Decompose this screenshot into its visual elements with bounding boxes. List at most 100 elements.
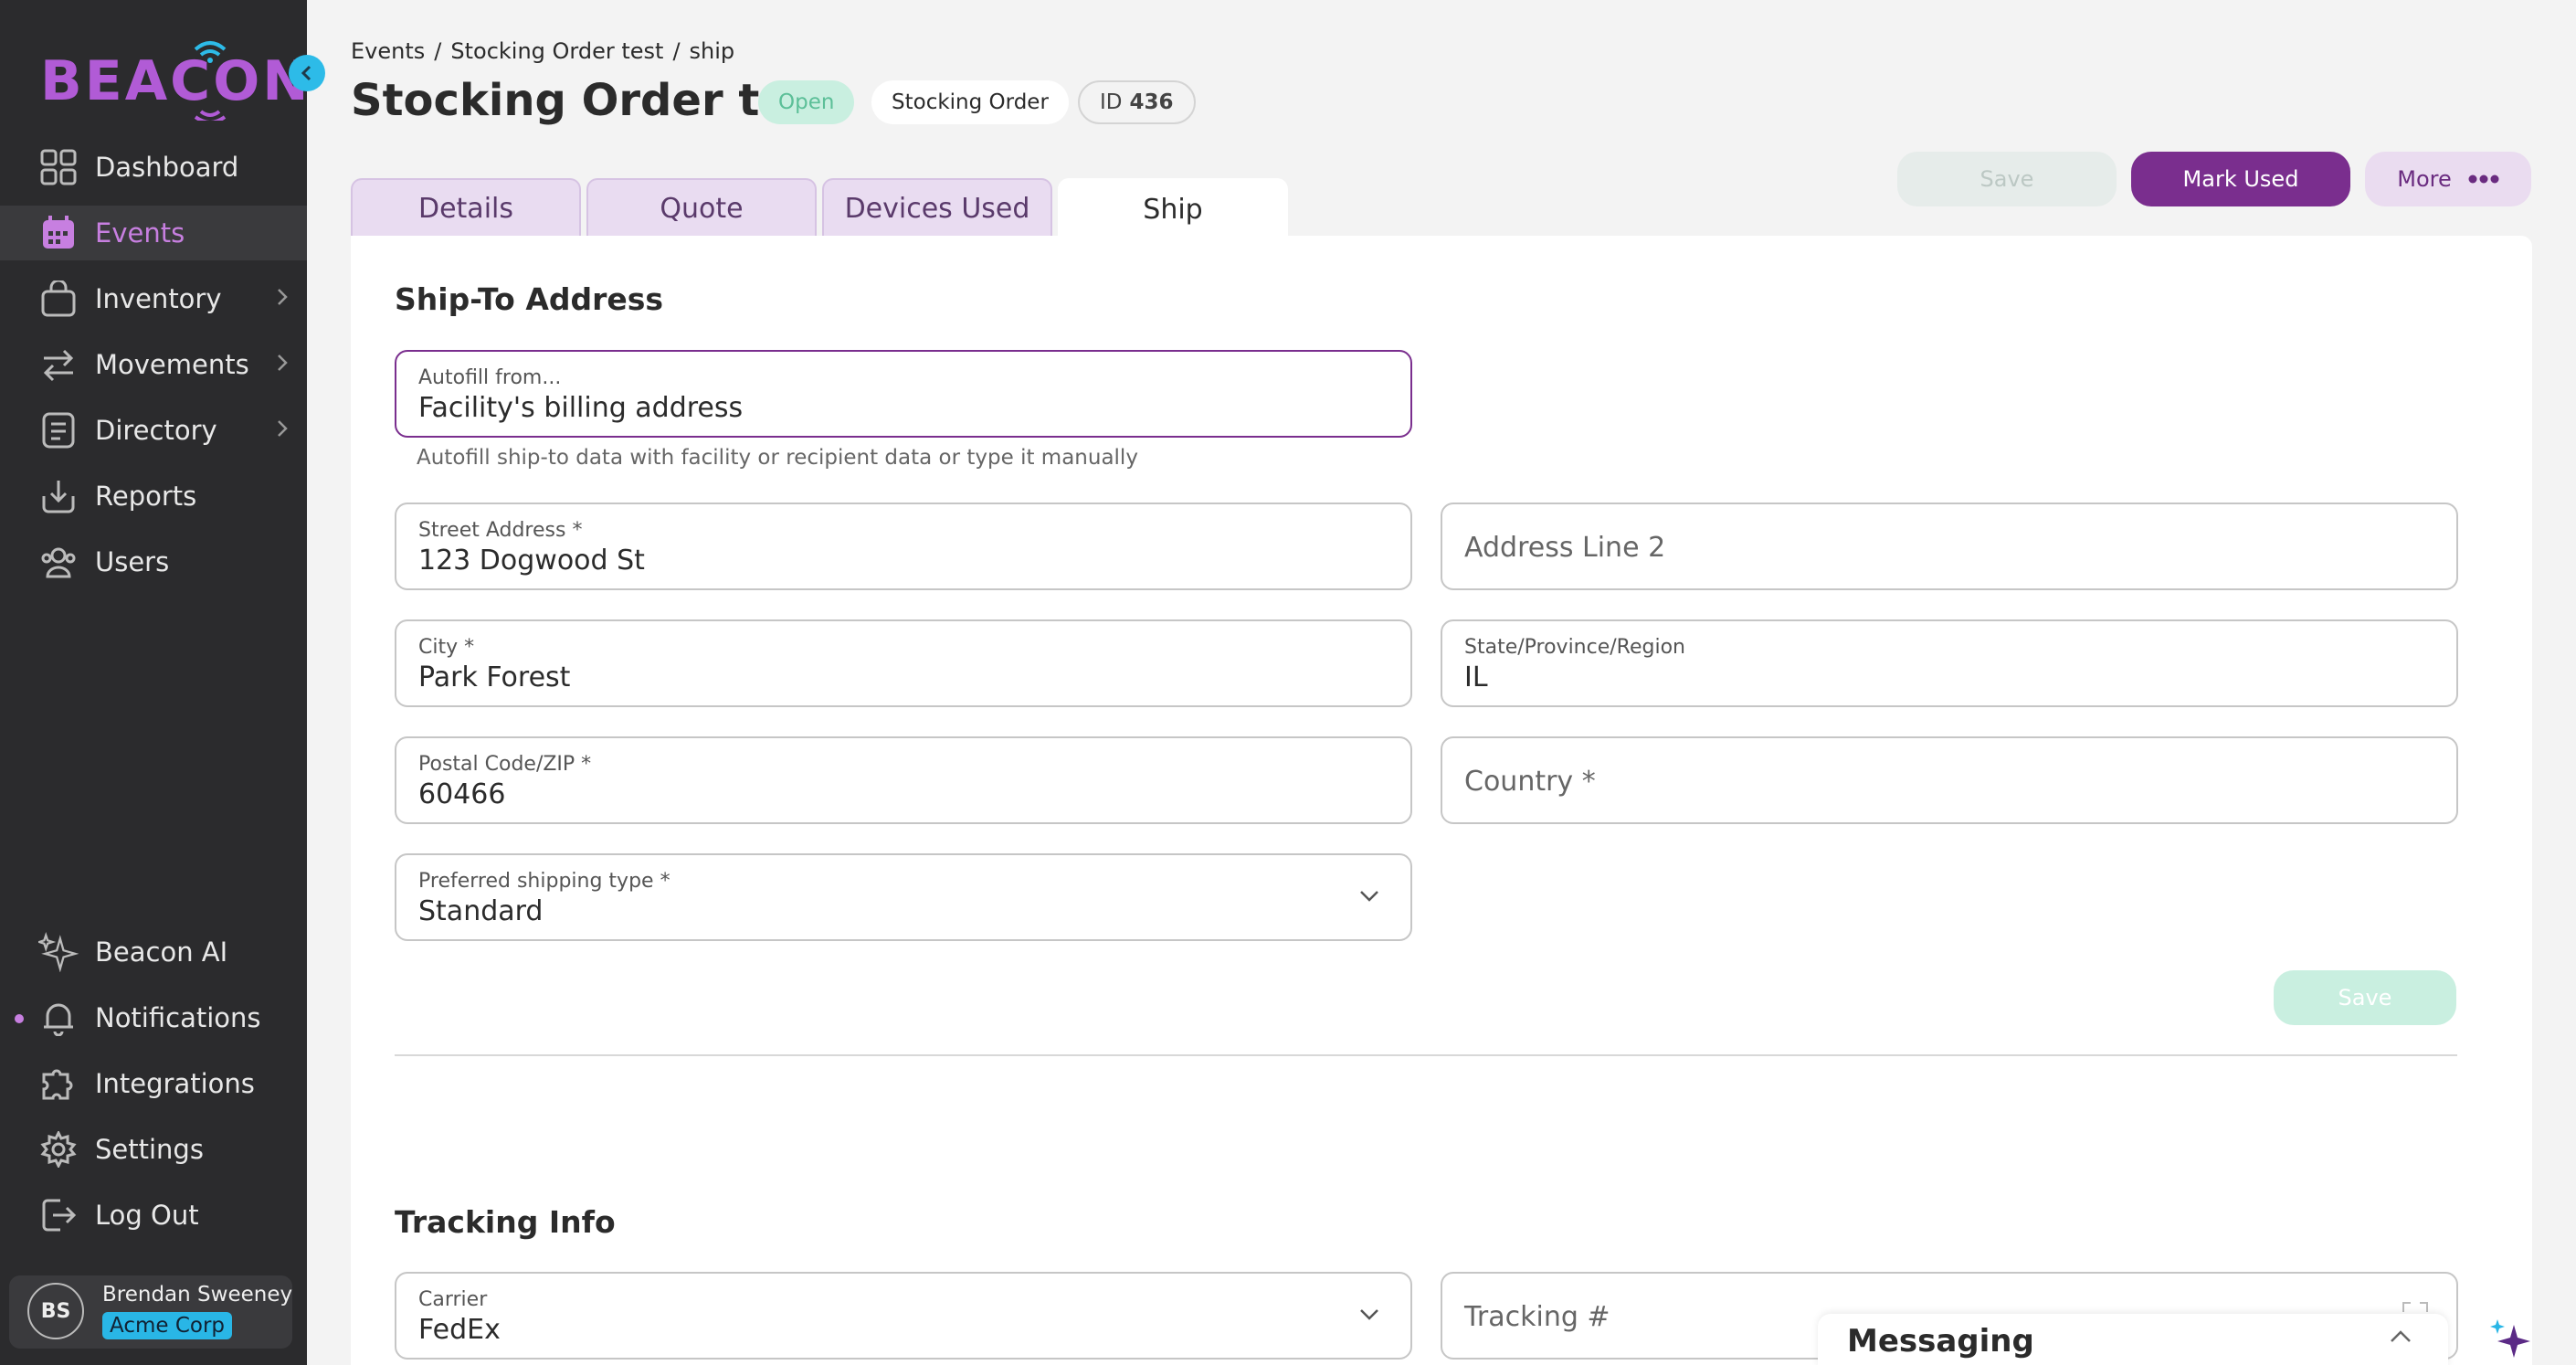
download-tray-icon — [38, 476, 79, 516]
sidebar-item-events[interactable]: Events — [0, 206, 307, 260]
dashboard-grid-icon — [38, 147, 79, 187]
carrier-select[interactable]: Carrier FedEx — [395, 1272, 1412, 1360]
status-badge: Open — [758, 80, 855, 124]
tab-details[interactable]: Details — [351, 178, 581, 237]
more-button[interactable]: More — [2365, 152, 2531, 206]
user-card[interactable]: BS Brendan Sweeney Acme Corp — [9, 1275, 292, 1349]
sidebar-item-label: Beacon AI — [95, 936, 228, 968]
bell-icon — [38, 998, 79, 1038]
state-field[interactable]: State/Province/Region IL — [1441, 619, 2458, 707]
breadcrumb: Events / Stocking Order test / ship — [351, 38, 734, 64]
address-line2-placeholder: Address Line 2 — [1464, 532, 1666, 564]
signal-icon — [194, 41, 227, 121]
save-button[interactable]: Save — [1897, 152, 2117, 206]
tracking-number-placeholder: Tracking # — [1464, 1301, 1610, 1333]
avatar: BS — [27, 1283, 84, 1339]
ship-to-title: Ship-To Address — [395, 281, 664, 317]
breadcrumb-events[interactable]: Events — [351, 38, 425, 64]
sidebar-item-label: Integrations — [95, 1068, 255, 1099]
sidebar-item-label: Notifications — [95, 1002, 261, 1033]
carrier-label: Carrier — [418, 1288, 488, 1311]
puzzle-icon — [38, 1063, 79, 1104]
chevron-down-icon — [1360, 891, 1378, 902]
id-label: ID — [1100, 90, 1123, 114]
collapse-sidebar-button[interactable] — [289, 55, 325, 91]
more-label: More — [2397, 166, 2452, 192]
street-address-value: 123 Dogwood St — [418, 545, 645, 577]
bag-icon — [38, 279, 79, 319]
sidebar-item-integrations[interactable]: Integrations — [0, 1056, 307, 1111]
user-name: Brendan Sweeney — [102, 1283, 293, 1307]
sidebar-item-label: Directory — [95, 415, 217, 446]
chevron-right-icon — [278, 354, 288, 371]
chevron-up-icon[interactable] — [2390, 1330, 2412, 1343]
sidebar-item-directory[interactable]: Directory — [0, 403, 307, 458]
breadcrumb-order[interactable]: Stocking Order test — [450, 38, 663, 64]
street-address-label: Street Address * — [418, 519, 583, 542]
org-badge: Acme Corp — [102, 1312, 233, 1339]
breadcrumb-separator: / — [434, 38, 442, 64]
messaging-title: Messaging — [1847, 1323, 2034, 1360]
beacon-logo[interactable]: BEACON — [40, 29, 308, 121]
notification-dot — [15, 1014, 24, 1023]
street-address-field[interactable]: Street Address * 123 Dogwood St — [395, 503, 1412, 590]
id-value: 436 — [1129, 90, 1174, 114]
state-label: State/Province/Region — [1464, 636, 1685, 659]
shipping-type-select[interactable]: Preferred shipping type * Standard — [395, 853, 1412, 941]
sparkle-icon — [38, 932, 79, 972]
sidebar-item-label: Reports — [95, 481, 197, 512]
id-badge: ID 436 — [1078, 80, 1196, 124]
city-label: City * — [418, 636, 475, 659]
chevron-down-icon — [1360, 1309, 1378, 1320]
sidebar-item-logout[interactable]: Log Out — [0, 1188, 307, 1243]
mark-used-button[interactable]: Mark Used — [2131, 152, 2350, 206]
sidebar-item-movements[interactable]: Movements — [0, 337, 307, 392]
carrier-value: FedEx — [418, 1314, 501, 1346]
city-field[interactable]: City * Park Forest — [395, 619, 1412, 707]
city-value: Park Forest — [418, 661, 571, 693]
sidebar-item-label: Log Out — [95, 1200, 199, 1231]
document-list-icon — [38, 410, 79, 450]
arrows-swap-icon — [38, 344, 79, 385]
postal-code-field[interactable]: Postal Code/ZIP * 60466 — [395, 736, 1412, 824]
state-value: IL — [1464, 661, 1488, 693]
save-address-button[interactable]: Save — [2274, 970, 2456, 1025]
logout-icon — [38, 1195, 79, 1235]
sidebar-item-dashboard[interactable]: Dashboard — [0, 140, 307, 195]
messaging-panel[interactable]: Messaging — [1818, 1314, 2448, 1365]
sidebar-item-label: Dashboard — [95, 152, 239, 183]
autofill-helper-text: Autofill ship-to data with facility or r… — [417, 446, 1138, 470]
autofill-value: Facility's billing address — [418, 392, 744, 424]
chevron-right-icon — [278, 420, 288, 437]
sidebar-item-notifications[interactable]: Notifications — [0, 990, 307, 1045]
country-field[interactable]: Country * — [1441, 736, 2458, 824]
chevron-left-icon — [301, 65, 311, 81]
sidebar-item-settings[interactable]: Settings — [0, 1122, 307, 1177]
breadcrumb-separator: / — [672, 38, 681, 64]
ai-sparkle-icon[interactable] — [2486, 1316, 2534, 1363]
sidebar-item-reports[interactable]: Reports — [0, 469, 307, 524]
expand-icon — [2402, 1302, 2428, 1312]
sidebar-item-label: Inventory — [95, 283, 222, 314]
sidebar-item-users[interactable]: Users — [0, 534, 307, 589]
type-badge: Stocking Order — [871, 80, 1069, 124]
postal-code-label: Postal Code/ZIP * — [418, 753, 592, 776]
sidebar-item-beacon-ai[interactable]: Beacon AI — [0, 925, 307, 979]
more-dots-icon — [2468, 175, 2499, 184]
country-placeholder: Country * — [1464, 766, 1596, 798]
autofill-select[interactable]: Autofill from... Facility's billing addr… — [395, 350, 1412, 438]
address-line2-field[interactable]: Address Line 2 — [1441, 503, 2458, 590]
breadcrumb-current: ship — [689, 38, 735, 64]
sidebar: BEACON Dashboard Events Inventory Moveme… — [0, 0, 308, 1365]
tab-ship[interactable]: Ship — [1058, 178, 1288, 238]
sidebar-item-label: Settings — [95, 1134, 204, 1165]
sidebar-item-label: Movements — [95, 349, 249, 380]
sidebar-item-label: Users — [95, 546, 170, 577]
section-divider — [395, 1054, 2457, 1056]
tab-devices-used[interactable]: Devices Used — [822, 178, 1052, 237]
tab-quote[interactable]: Quote — [586, 178, 817, 237]
sidebar-item-label: Events — [95, 217, 185, 249]
shipping-type-label: Preferred shipping type * — [418, 870, 670, 893]
sidebar-item-inventory[interactable]: Inventory — [0, 271, 307, 326]
autofill-label: Autofill from... — [418, 366, 562, 389]
